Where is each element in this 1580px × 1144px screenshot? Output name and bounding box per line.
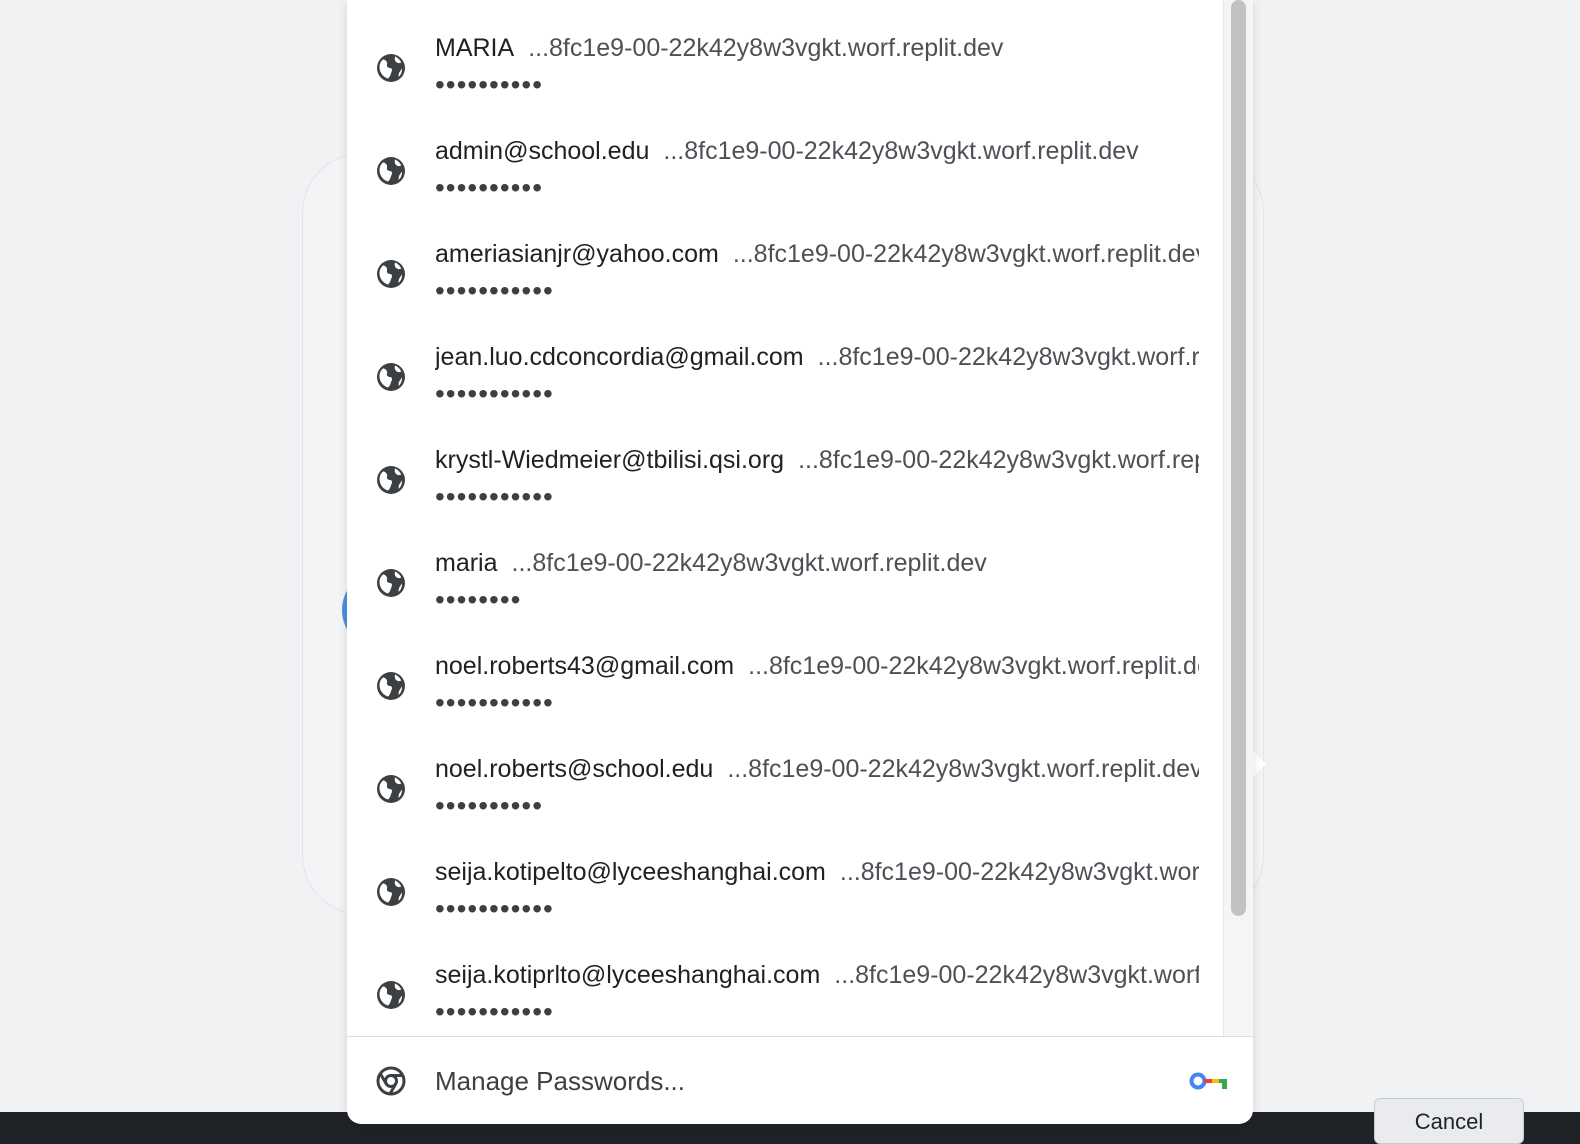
entry-password-mask: ••••••••••• bbox=[435, 275, 554, 306]
saved-password-entry[interactable]: krystl-Wiedmeier@tbilisi.qsi.org ...8fc1e… bbox=[347, 412, 1223, 515]
entry-password-mask: ••••••••••• bbox=[435, 996, 554, 1027]
globe-icon bbox=[375, 979, 407, 1011]
entry-username: seija.kotipelto@lyceeshanghai.com bbox=[435, 858, 826, 886]
entry-username: jean.luo.cdconcordia@gmail.com bbox=[435, 343, 804, 371]
manage-passwords-label: Manage Passwords... bbox=[435, 1066, 686, 1096]
entry-site: ...8fc1e9-00-22k42y8w3vgkt.worf.replit.d… bbox=[839, 858, 1199, 886]
entry-password-mask: •••••••••• bbox=[435, 790, 544, 821]
saved-password-entry[interactable]: seija.kotipelto@lyceeshanghai.com ...8fc1… bbox=[347, 824, 1223, 927]
entry-header: MARIA ...8fc1e9-00-22k42y8w3vgkt.worf.rep… bbox=[435, 30, 1199, 66]
entry-header: seija.kotiprlto@lyceeshanghai.com ...8fc1… bbox=[435, 957, 1199, 993]
entry-password-mask: ••••••••••• bbox=[435, 893, 554, 924]
entry-site: ...8fc1e9-00-22k42y8w3vgkt.worf.replit.d… bbox=[817, 343, 1199, 371]
scrollbar-thumb[interactable] bbox=[1231, 0, 1246, 916]
entry-password-mask: •••••••• bbox=[435, 584, 522, 615]
entry-password-mask: •••••••••• bbox=[435, 69, 544, 100]
entry-username: ameriasianjr@yahoo.com bbox=[435, 240, 719, 268]
globe-icon bbox=[375, 670, 407, 702]
entry-site: ...8fc1e9-00-22k42y8w3vgkt.worf.replit.d… bbox=[511, 549, 987, 577]
entry-username: noel.roberts43@gmail.com bbox=[435, 652, 735, 680]
entry-header: noel.roberts43@gmail.com ...8fc1e9-00-22k… bbox=[435, 648, 1199, 684]
globe-icon bbox=[375, 361, 407, 393]
entry-site: ...8fc1e9-00-22k42y8w3vgkt.worf.replit.d… bbox=[663, 137, 1139, 165]
saved-password-entry[interactable]: jean.luo.cdconcordia@gmail.com ...8fc1e9-… bbox=[347, 309, 1223, 412]
globe-icon bbox=[375, 464, 407, 496]
entry-header: admin@school.edu ...8fc1e9-00-22k42y8w3vg… bbox=[435, 133, 1199, 169]
saved-password-entry[interactable]: noel.roberts43@gmail.com ...8fc1e9-00-22k… bbox=[347, 618, 1223, 721]
entry-site: ...8fc1e9-00-22k42y8w3vgkt.worf.replit.d… bbox=[834, 961, 1199, 989]
entry-header: noel.roberts@school.edu ...8fc1e9-00-22k4… bbox=[435, 751, 1199, 787]
scrollbar[interactable] bbox=[1223, 0, 1253, 1036]
saved-password-entry[interactable]: maria ...8fc1e9-00-22k42y8w3vgkt.worf.rep… bbox=[347, 515, 1223, 618]
saved-password-entry[interactable]: noel.roberts@school.edu ...8fc1e9-00-22k4… bbox=[347, 721, 1223, 824]
entry-password-mask: ••••••••••• bbox=[435, 481, 554, 512]
entry-password-mask: ••••••••••• bbox=[435, 687, 554, 718]
entry-password-mask: •••••••••• bbox=[435, 172, 544, 203]
entry-username: noel.roberts@school.edu bbox=[435, 755, 714, 783]
saved-password-entry[interactable]: MARIA ...8fc1e9-00-22k42y8w3vgkt.worf.rep… bbox=[347, 0, 1223, 103]
entry-site: ...8fc1e9-00-22k42y8w3vgkt.worf.replit.d… bbox=[732, 240, 1199, 268]
saved-password-entry[interactable]: ameriasianjr@yahoo.com ...8fc1e9-00-22k42… bbox=[347, 206, 1223, 309]
entry-header: ameriasianjr@yahoo.com ...8fc1e9-00-22k42… bbox=[435, 236, 1199, 272]
entry-password-mask: ••••••••••• bbox=[435, 378, 554, 409]
manage-passwords-item[interactable]: Manage Passwords... bbox=[347, 1037, 1253, 1124]
entry-site: ...8fc1e9-00-22k42y8w3vgkt.worf.replit.d… bbox=[748, 652, 1199, 680]
password-autofill-popup: MARIA ...8fc1e9-00-22k42y8w3vgkt.worf.rep… bbox=[347, 0, 1253, 1124]
entry-header: maria ...8fc1e9-00-22k42y8w3vgkt.worf.rep… bbox=[435, 545, 1199, 581]
entry-username: admin@school.edu bbox=[435, 137, 650, 165]
globe-icon bbox=[375, 258, 407, 290]
globe-icon bbox=[375, 567, 407, 599]
entry-username: krystl-Wiedmeier@tbilisi.qsi.org bbox=[435, 446, 785, 474]
saved-password-entry[interactable]: admin@school.edu ...8fc1e9-00-22k42y8w3vg… bbox=[347, 103, 1223, 206]
entry-header: krystl-Wiedmeier@tbilisi.qsi.org ...8fc1e… bbox=[435, 442, 1199, 478]
saved-password-entry[interactable]: seija.kotiprlto@lyceeshanghai.com ...8fc1… bbox=[347, 927, 1223, 1030]
entry-username: maria bbox=[435, 549, 498, 577]
background-cancel-button[interactable]: Cancel bbox=[1374, 1098, 1524, 1144]
globe-icon bbox=[375, 155, 407, 187]
globe-icon bbox=[375, 773, 407, 805]
entry-site: ...8fc1e9-00-22k42y8w3vgkt.worf.replit.d… bbox=[727, 755, 1199, 783]
saved-password-list[interactable]: MARIA ...8fc1e9-00-22k42y8w3vgkt.worf.rep… bbox=[347, 0, 1223, 1036]
entry-header: seija.kotipelto@lyceeshanghai.com ...8fc1… bbox=[435, 854, 1199, 890]
entry-username: seija.kotiprlto@lyceeshanghai.com bbox=[435, 961, 821, 989]
entry-site: ...8fc1e9-00-22k42y8w3vgkt.worf.replit.d… bbox=[798, 446, 1199, 474]
entry-site: ...8fc1e9-00-22k42y8w3vgkt.worf.replit.d… bbox=[528, 34, 1004, 62]
chrome-icon bbox=[376, 1066, 406, 1096]
globe-icon bbox=[375, 52, 407, 84]
entry-username: MARIA bbox=[435, 34, 515, 62]
google-password-key-icon bbox=[1189, 1072, 1227, 1090]
globe-icon bbox=[375, 876, 407, 908]
entry-header: jean.luo.cdconcordia@gmail.com ...8fc1e9-… bbox=[435, 339, 1199, 375]
